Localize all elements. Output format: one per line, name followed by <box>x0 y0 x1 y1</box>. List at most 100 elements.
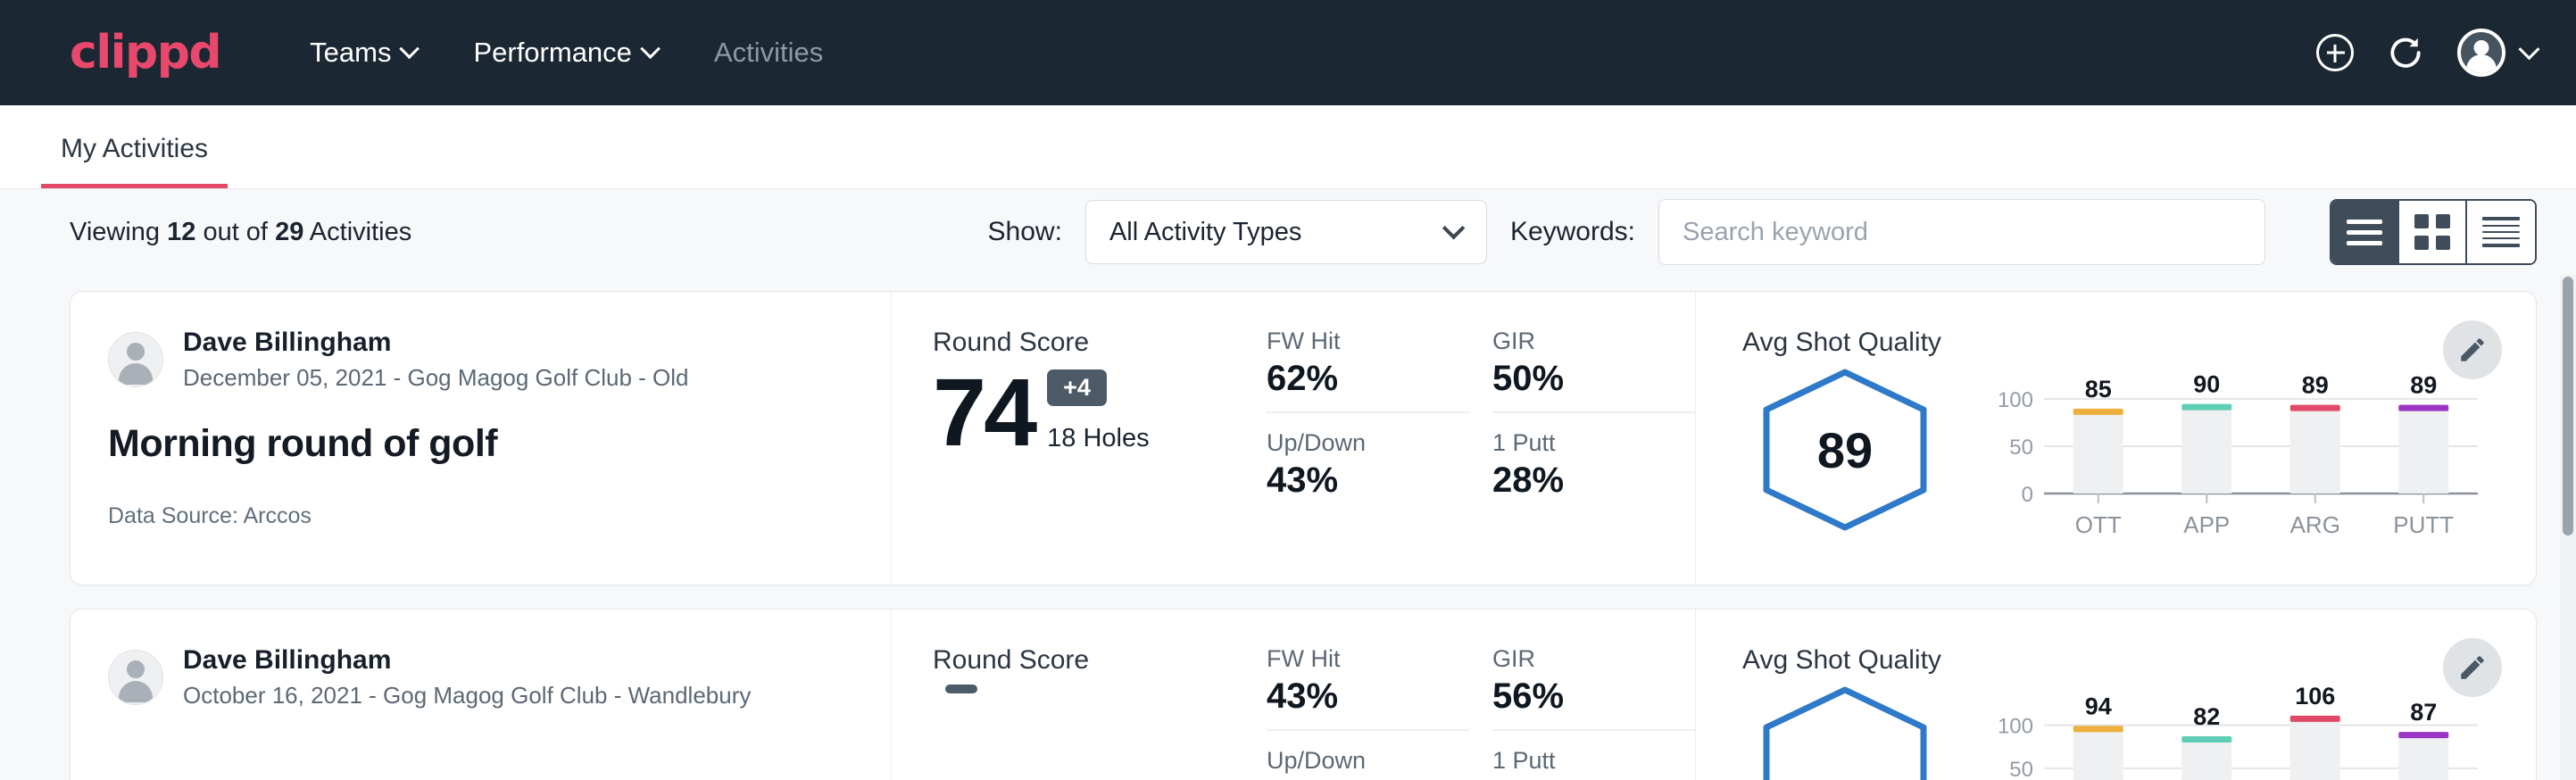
top-navigation-bar: clippd Teams Performance Activities <box>0 0 2576 105</box>
svg-text:100: 100 <box>1998 715 2033 739</box>
stat-up-down-label: Up/Down <box>1267 429 1448 457</box>
nav-item-teams-label: Teams <box>310 37 391 69</box>
stat-fw-hit-value: 43% <box>1267 676 1448 717</box>
avatar <box>108 332 163 387</box>
view-mode-grid-button[interactable] <box>2399 201 2467 263</box>
view-mode-toggle <box>2330 199 2537 265</box>
round-score-label: Round Score <box>933 645 1249 676</box>
refresh-icon[interactable] <box>2386 33 2425 72</box>
activity-player: Dave Billingham December 05, 2021 - Gog … <box>108 328 891 392</box>
svg-text:100: 100 <box>1998 388 2033 412</box>
svg-text:89: 89 <box>2302 372 2329 399</box>
chevron-down-icon <box>400 38 420 59</box>
add-icon[interactable] <box>2316 34 2354 71</box>
viewing-count: 12 <box>167 218 195 246</box>
stat-up-down: Up/Down 43% <box>1267 429 1469 501</box>
view-mode-compact-button[interactable] <box>2467 201 2535 263</box>
stat-fw-hit: FW Hit 43% <box>1267 645 1469 731</box>
stat-gir: GIR 56% <box>1492 645 1695 731</box>
svg-text:ARG: ARG <box>2290 511 2340 538</box>
pencil-icon <box>2457 652 2488 683</box>
grid-icon <box>2414 214 2450 250</box>
stat-fw-hit-label: FW Hit <box>1267 645 1448 673</box>
activity-title: Morning round of golf <box>108 422 891 466</box>
compact-list-icon <box>2482 217 2520 247</box>
activity-meta: December 05, 2021 - Gog Magog Golf Club … <box>183 364 689 392</box>
svg-text:OTT: OTT <box>2075 511 2122 538</box>
stat-one-putt: 1 Putt 28% <box>1492 429 1695 501</box>
activity-meta: October 16, 2021 - Gog Magog Golf Club -… <box>183 682 751 709</box>
show-label: Show: <box>988 217 1062 247</box>
svg-text:50: 50 <box>2009 758 2033 780</box>
svg-text:PUTT: PUTT <box>2393 511 2454 538</box>
activity-identity: Dave Billingham October 16, 2021 - Gog M… <box>71 610 892 780</box>
viewing-prefix: Viewing <box>70 218 160 246</box>
svg-text:APP: APP <box>2183 511 2230 538</box>
shot-quality-bar-chart: 05010094OTT82APP106ARG87PUTT <box>1987 686 2487 780</box>
tab-my-activities-label: My Activities <box>61 134 208 163</box>
stat-fw-hit-label: FW Hit <box>1267 328 1448 355</box>
activity-card[interactable]: Dave Billingham December 05, 2021 - Gog … <box>70 291 2537 585</box>
chevron-down-icon <box>1442 217 1465 239</box>
chevron-down-icon <box>2518 38 2539 60</box>
activity-identity: Dave Billingham December 05, 2021 - Gog … <box>71 292 892 585</box>
edit-activity-button[interactable] <box>2443 320 2502 379</box>
tab-strip: My Activities <box>0 105 2576 189</box>
edit-activity-button[interactable] <box>2443 638 2502 697</box>
primary-nav: Teams Performance Activities <box>310 37 823 69</box>
round-score-label: Round Score <box>933 328 1249 358</box>
stat-fw-hit: FW Hit 62% <box>1267 328 1469 413</box>
viewing-middle: out of <box>203 218 268 246</box>
stat-one-putt: 1 Putt <box>1492 747 1695 778</box>
stat-gir-label: GIR <box>1492 328 1674 355</box>
chevron-down-icon <box>640 38 661 59</box>
stat-up-down-label: Up/Down <box>1267 747 1448 775</box>
app-logo[interactable]: clippd <box>70 26 220 79</box>
nav-item-teams[interactable]: Teams <box>310 37 418 69</box>
viewing-total: 29 <box>275 218 303 246</box>
shot-quality-hexagon <box>1751 683 1939 780</box>
activity-type-select[interactable]: All Activity Types <box>1085 200 1487 264</box>
stat-up-down: Up/Down <box>1267 747 1469 778</box>
stat-one-putt-label: 1 Putt <box>1492 747 1674 775</box>
view-mode-list-button[interactable] <box>2331 201 2399 263</box>
page-scrollbar[interactable] <box>2560 275 2576 780</box>
svg-text:0: 0 <box>2022 483 2033 507</box>
avg-shot-quality-label: Avg Shot Quality <box>1742 328 2536 358</box>
shot-quality-section: Avg Shot Quality 89 05010085OTT90APP89AR… <box>1695 292 2536 585</box>
activity-card[interactable]: Dave Billingham October 16, 2021 - Gog M… <box>70 609 2537 780</box>
nav-item-activities-label: Activities <box>714 37 823 69</box>
stat-up-down-value: 43% <box>1267 461 1448 501</box>
user-menu[interactable] <box>2457 29 2537 77</box>
stat-gir-value: 56% <box>1492 676 1674 717</box>
shot-quality-value: 89 <box>1817 421 1873 479</box>
shot-quality-bar-chart: 05010085OTT90APP89ARG89PUTT <box>1987 369 2487 547</box>
stat-gir-label: GIR <box>1492 645 1674 673</box>
player-name: Dave Billingham <box>183 645 751 676</box>
activity-data-source: Data Source: Arccos <box>108 503 891 529</box>
svg-text:87: 87 <box>2410 699 2437 726</box>
hexagon-icon <box>1756 685 1934 780</box>
round-score-value: 74 <box>933 367 1035 459</box>
scrollbar-thumb[interactable] <box>2563 277 2573 535</box>
nav-item-performance-label: Performance <box>473 37 631 69</box>
nav-item-activities[interactable]: Activities <box>714 37 823 69</box>
search-input[interactable] <box>1658 199 2265 265</box>
shot-quality-hexagon: 89 <box>1751 365 1939 535</box>
stat-gir-value: 50% <box>1492 359 1674 399</box>
activity-player: Dave Billingham October 16, 2021 - Gog M… <box>108 645 891 709</box>
svg-text:106: 106 <box>2295 686 2335 709</box>
activity-card-list: Dave Billingham December 05, 2021 - Gog … <box>0 275 2576 780</box>
score-to-par-badge: +4 <box>1047 369 1107 406</box>
round-stats-section: FW Hit 62% GIR 50% Up/Down 43% 1 Putt 28… <box>1249 292 1695 585</box>
round-score-section: Round Score <box>892 610 1249 780</box>
viewing-suffix: Activities <box>310 218 411 246</box>
stat-gir: GIR 50% <box>1492 328 1695 413</box>
tab-my-activities[interactable]: My Activities <box>41 134 228 188</box>
nav-item-performance[interactable]: Performance <box>473 37 658 69</box>
results-count: Viewing 12 out of 29 Activities <box>70 218 411 247</box>
stat-one-putt-value: 28% <box>1492 461 1674 501</box>
filter-bar: Viewing 12 out of 29 Activities Show: Al… <box>0 189 2576 275</box>
top-nav-actions <box>2316 29 2537 77</box>
pencil-icon <box>2457 335 2488 365</box>
